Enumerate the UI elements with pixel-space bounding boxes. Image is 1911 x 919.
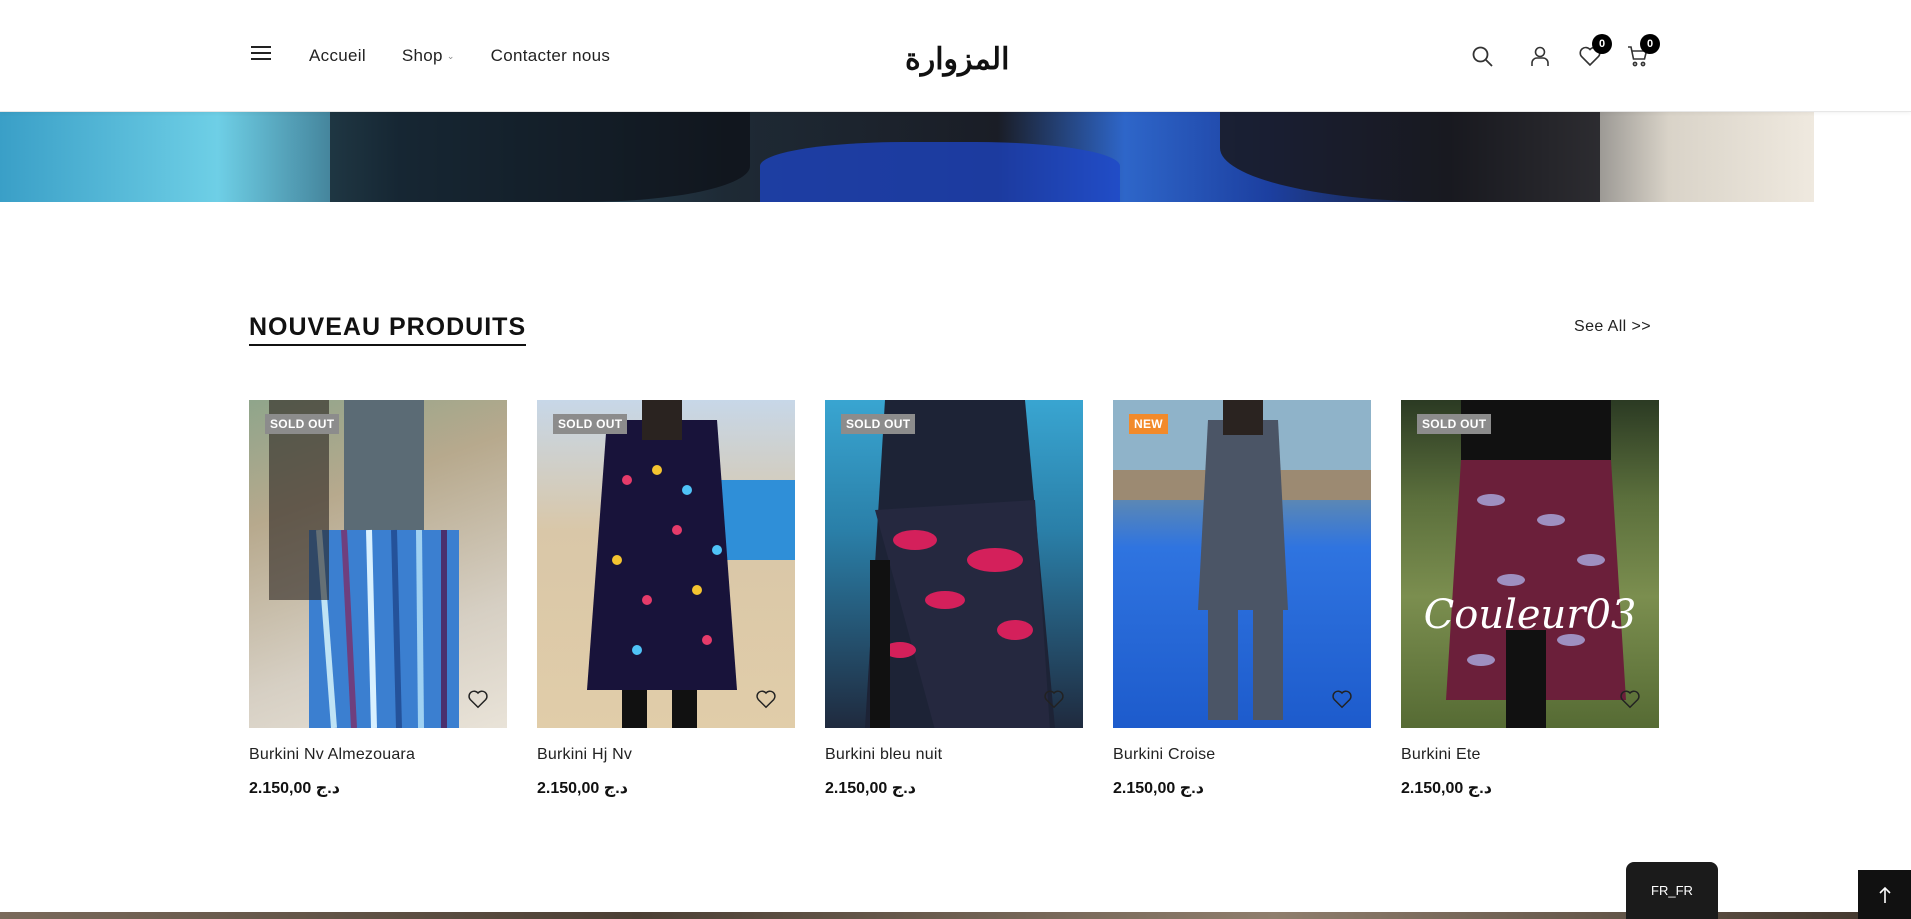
product-name[interactable]: Burkini Croise <box>1113 746 1371 764</box>
arrow-up-icon <box>1878 886 1891 903</box>
cart-count-badge: 0 <box>1640 34 1660 54</box>
see-all-link[interactable]: See All >> <box>1574 318 1651 336</box>
sold-out-badge: SOLD OUT <box>1417 414 1492 434</box>
product-image[interactable]: SOLD OUT <box>249 400 507 728</box>
product-image[interactable]: NEW <box>1113 400 1371 728</box>
product-card[interactable]: Couleur03 SOLD OUT Burkini Ete 2.150,00 … <box>1401 400 1659 798</box>
nav-item-shop[interactable]: Shop ⌄ <box>402 46 455 66</box>
new-badge: NEW <box>1129 414 1168 434</box>
add-to-wishlist-icon[interactable] <box>467 688 489 710</box>
sold-out-badge: SOLD OUT <box>265 414 340 434</box>
product-price: 2.150,00 د.ج <box>825 780 916 797</box>
add-to-wishlist-icon[interactable] <box>755 688 777 710</box>
nav-item-accueil[interactable]: Accueil <box>309 46 366 66</box>
language-switcher[interactable]: FR_FR <box>1626 862 1718 919</box>
product-image[interactable]: SOLD OUT <box>537 400 795 728</box>
product-card[interactable]: SOLD OUT Burkini bleu nuit 2.150,00 د.ج <box>825 400 1083 798</box>
add-to-wishlist-icon[interactable] <box>1619 688 1641 710</box>
wishlist-count-badge: 0 <box>1592 34 1612 54</box>
sold-out-badge: SOLD OUT <box>553 414 628 434</box>
header-actions: 0 0 <box>1470 34 1660 74</box>
nav-item-contact[interactable]: Contacter nous <box>491 46 611 66</box>
product-price: 2.150,00 د.ج <box>537 780 628 797</box>
product-card[interactable]: SOLD OUT Burkini Hj Nv 2.150,00 د.ج <box>537 400 795 798</box>
product-name[interactable]: Burkini Ete <box>1401 746 1659 764</box>
product-grid: SOLD OUT Burkini Nv Almezouara 2.150,00 … <box>249 400 1659 798</box>
wishlist-icon[interactable]: 0 <box>1578 34 1612 70</box>
add-to-wishlist-icon[interactable] <box>1331 688 1353 710</box>
product-image[interactable]: SOLD OUT <box>825 400 1083 728</box>
product-card[interactable]: SOLD OUT Burkini Nv Almezouara 2.150,00 … <box>249 400 507 798</box>
product-price: 2.150,00 د.ج <box>1113 780 1204 797</box>
product-price: 2.150,00 د.ج <box>249 780 340 797</box>
sold-out-badge: SOLD OUT <box>841 414 916 434</box>
product-name[interactable]: Burkini Nv Almezouara <box>249 746 507 764</box>
user-account-icon[interactable] <box>1528 44 1554 70</box>
main-nav: Accueil Shop ⌄ Contacter nous <box>309 46 610 66</box>
cart-icon[interactable]: 0 <box>1626 34 1660 70</box>
chevron-down-icon: ⌄ <box>446 50 455 61</box>
nav-item-shop-label: Shop <box>401 46 443 65</box>
site-logo[interactable]: المزوارة <box>905 42 1009 77</box>
product-price: 2.150,00 د.ج <box>1401 780 1492 797</box>
product-image[interactable]: Couleur03 SOLD OUT <box>1401 400 1659 728</box>
hamburger-menu-icon[interactable] <box>251 46 271 62</box>
section-title: NOUVEAU PRODUITS <box>249 313 527 346</box>
add-to-wishlist-icon[interactable] <box>1043 688 1065 710</box>
site-header: Accueil Shop ⌄ Contacter nous المزوارة 0 <box>0 0 1911 112</box>
svg-text:Couleur03: Couleur03 <box>1424 592 1637 638</box>
hero-banner-image <box>0 112 1814 202</box>
product-name[interactable]: Burkini Hj Nv <box>537 746 795 764</box>
product-name[interactable]: Burkini bleu nuit <box>825 746 1083 764</box>
search-icon[interactable] <box>1470 44 1496 70</box>
scroll-to-top-button[interactable] <box>1858 870 1911 919</box>
next-banner-image <box>0 912 1911 919</box>
product-card[interactable]: NEW Burkini Croise 2.150,00 د.ج <box>1113 400 1371 798</box>
